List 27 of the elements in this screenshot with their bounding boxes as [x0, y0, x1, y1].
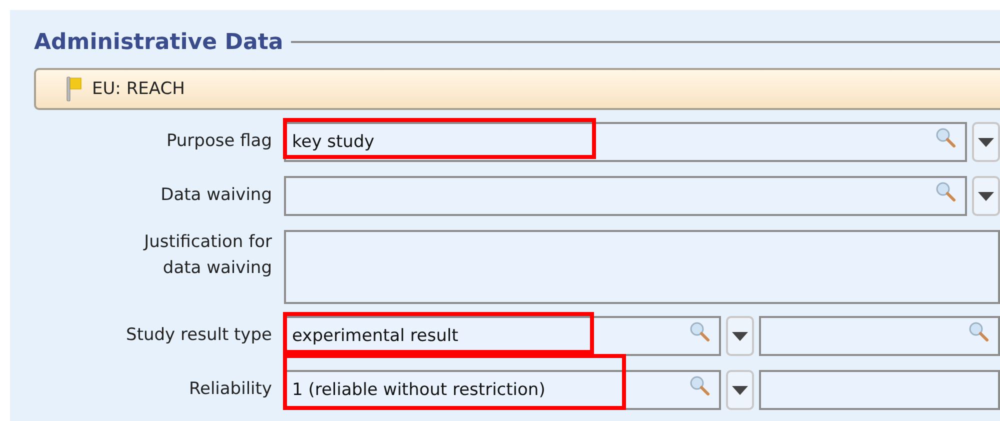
caret-icon [732, 332, 748, 340]
picklist-field[interactable] [759, 316, 1000, 356]
search-icon[interactable] [689, 321, 711, 343]
picklist-field[interactable] [284, 176, 967, 216]
caret-icon [732, 386, 748, 394]
picklist-field[interactable]: key study [284, 122, 967, 162]
search-icon[interactable] [968, 321, 990, 343]
field-label: Purpose flag [166, 130, 272, 154]
section-title: Administrative Data [34, 30, 284, 54]
text-area[interactable] [284, 230, 1000, 304]
text-field[interactable] [759, 370, 1000, 410]
dropdown-button[interactable] [972, 176, 1000, 216]
dropdown-button[interactable] [726, 370, 754, 410]
caret-icon [978, 138, 994, 146]
caret-icon [978, 192, 994, 200]
dropdown-button[interactable] [972, 122, 1000, 162]
search-icon[interactable] [935, 181, 957, 203]
field-label: Reliability [188, 378, 272, 402]
field-label: Study result type [126, 324, 272, 348]
search-icon[interactable] [689, 375, 711, 397]
flag-icon [66, 76, 82, 102]
picklist-field[interactable]: 1 (reliable without restriction) [284, 370, 721, 410]
dropdown-button[interactable] [726, 316, 754, 356]
group-header[interactable]: EU: REACH [34, 68, 1000, 110]
search-icon[interactable] [935, 127, 957, 149]
field-label: Data waiving [160, 184, 272, 208]
field-label: Justification for data waiving [142, 231, 272, 280]
